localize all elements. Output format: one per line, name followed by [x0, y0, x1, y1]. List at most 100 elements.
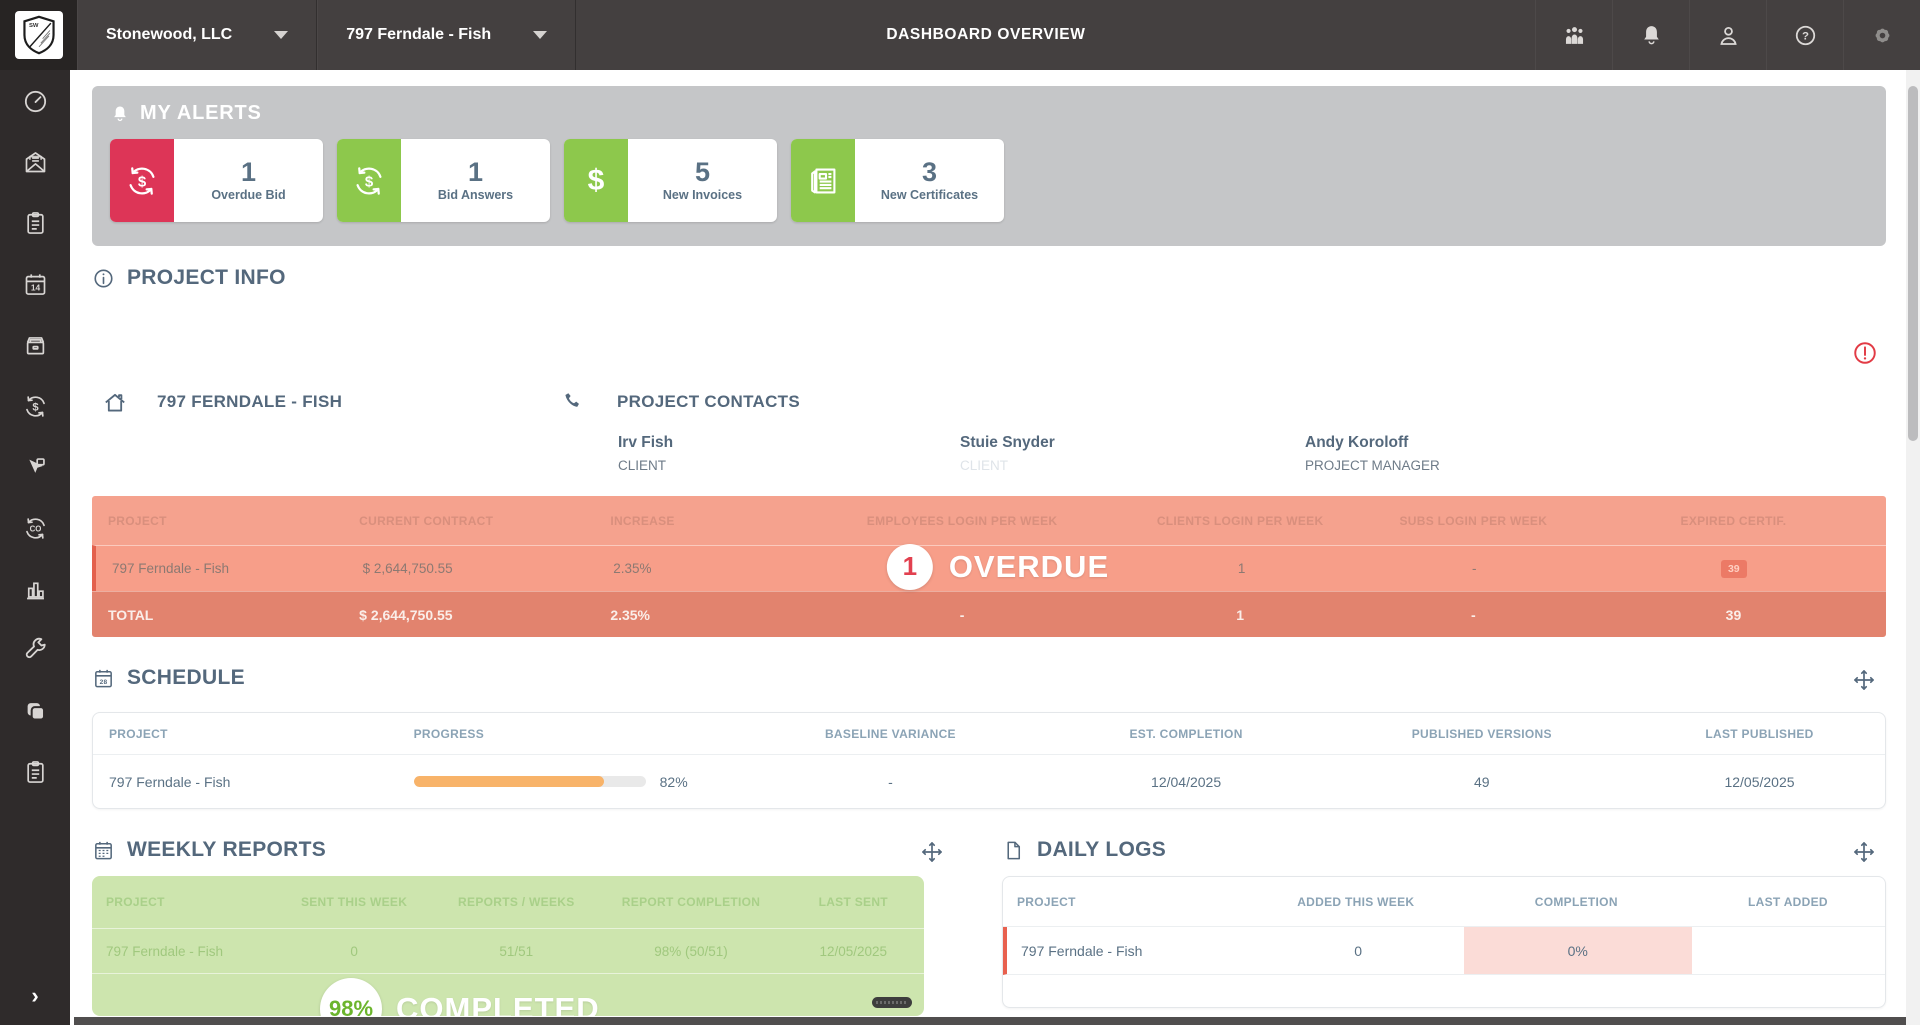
total-label: TOTAL: [92, 607, 343, 623]
help-icon[interactable]: ?: [1766, 0, 1843, 70]
contact-name: Andy Koroloff: [1305, 434, 1440, 452]
completed-label: COMPLETED: [396, 991, 600, 1016]
daily-logs-title: DAILY LOGS: [1037, 838, 1166, 862]
col-header: LAST ADDED: [1691, 877, 1885, 926]
daily-logs-move-handle[interactable]: [1852, 840, 1878, 866]
project-alert-icon[interactable]: [1852, 340, 1878, 366]
overdue-count-badge: 1: [887, 544, 933, 590]
company-logo-shield: SW: [15, 11, 63, 59]
sidebar-item-leads-mail-icon[interactable]: [13, 145, 57, 179]
col-header: PROJECT: [93, 727, 398, 741]
col-header: EST. COMPLETION: [1043, 727, 1330, 741]
daily-logs-row[interactable]: 797 Ferndale - Fish 0 0%: [1003, 927, 1885, 975]
alerts-bell-icon: [110, 104, 130, 124]
col-header: PROJECT: [92, 895, 275, 909]
scrollbar-thumb[interactable]: [1908, 86, 1918, 441]
team-icon[interactable]: [1535, 0, 1612, 70]
company-selector[interactable]: Stonewood, LLC: [77, 0, 317, 70]
sidebar-item-tools-wrench-icon[interactable]: [13, 633, 57, 667]
schedule-header: 28 SCHEDULE: [92, 666, 245, 690]
col-header: EXPIRED CERTIF.: [1581, 514, 1886, 528]
col-header: CLIENTS LOGIN PER WEEK: [1115, 514, 1366, 528]
total-expired-certif: 39: [1581, 607, 1886, 623]
weekly-reports-move-handle[interactable]: [920, 840, 946, 866]
alert-count: 3: [922, 159, 937, 186]
cell-published-versions: 49: [1329, 774, 1634, 790]
sidebar-item-forms-checklist-icon[interactable]: [13, 755, 57, 789]
schedule-title: SCHEDULE: [127, 666, 245, 690]
contact-card[interactable]: Andy Koroloff PROJECT MANAGER: [1305, 434, 1440, 473]
contact-role: CLIENT: [960, 458, 1055, 473]
total-clients-login: 1: [1115, 607, 1366, 623]
alert-card-overdue-bid[interactable]: $ 1 Overdue Bid: [110, 139, 323, 222]
app-logo[interactable]: SW: [0, 0, 77, 70]
cell-report-completion: 98% (50/51): [600, 944, 783, 959]
cell-subs-login: -: [1367, 561, 1582, 576]
col-header: BASELINE VARIANCE: [738, 727, 1043, 741]
contact-card[interactable]: Irv Fish CLIENT: [618, 434, 673, 473]
project-selector[interactable]: 797 Ferndale - Fish: [317, 0, 576, 70]
completed-pct-badge: 98%: [320, 978, 382, 1016]
sidebar-item-dashboard-gauge-icon[interactable]: [13, 84, 57, 118]
chevron-down-icon: [533, 31, 547, 39]
cell-project: 797 Ferndale - Fish: [96, 561, 347, 576]
project-contacts-title: PROJECT CONTACTS: [617, 392, 800, 412]
notifications-bell-icon[interactable]: [1612, 0, 1689, 70]
cell-project: 797 Ferndale - Fish: [93, 774, 398, 790]
chevron-down-icon: [274, 31, 288, 39]
schedule-row[interactable]: 797 Ferndale - Fish 82% - 12/04/2025 49 …: [93, 755, 1885, 808]
sidebar-item-reports-bar-chart-icon[interactable]: [13, 572, 57, 606]
cell-last-sent: 12/05/2025: [783, 944, 924, 959]
alert-count: 1: [468, 159, 483, 186]
col-header: LAST SENT: [783, 895, 924, 909]
sidebar-item-tasks-checklist-icon[interactable]: [13, 206, 57, 240]
alert-label: Bid Answers: [438, 188, 513, 202]
vertical-scrollbar[interactable]: [1906, 70, 1920, 1025]
cell-sent-this-week: 0: [275, 944, 433, 959]
dashboard-app: SW Stonewood, LLC 797 Ferndale - Fish DA…: [0, 0, 1920, 1025]
progress-bar-fill: [414, 776, 604, 787]
contact-role: CLIENT: [618, 458, 673, 473]
dollar-icon: $: [564, 139, 628, 222]
settings-gear-icon[interactable]: [1843, 0, 1920, 70]
schedule-table: PROJECT PROGRESS BASELINE VARIANCE EST. …: [92, 712, 1886, 809]
my-alerts-header: MY ALERTS: [110, 102, 1868, 125]
contact-role: PROJECT MANAGER: [1305, 458, 1440, 473]
project-info-title: PROJECT INFO: [127, 266, 286, 290]
cell-completion: 0%: [1464, 927, 1692, 974]
sidebar-item-projects-archive-icon[interactable]: [13, 328, 57, 362]
alert-card-new-certificates[interactable]: 3 New Certificates: [791, 139, 1004, 222]
expired-certif-badge: 39: [1721, 560, 1747, 578]
alert-card-bid-answers[interactable]: $ 1 Bid Answers: [337, 139, 550, 222]
daily-logs-header-row: PROJECT ADDED THIS WEEK COMPLETION LAST …: [1003, 877, 1885, 927]
my-alerts-panel: MY ALERTS $ 1 Overdue Bid: [92, 86, 1886, 246]
total-increase: 2.35%: [594, 607, 809, 623]
shield-logo-icon: SW: [19, 15, 59, 55]
home-icon: [102, 390, 128, 421]
alert-label: Overdue Bid: [211, 188, 285, 202]
alert-card-body: 1 Overdue Bid: [174, 139, 323, 222]
contact-card[interactable]: Stuie Snyder CLIENT: [960, 434, 1055, 473]
sidebar-item-selections-click-icon[interactable]: [13, 450, 57, 484]
schedule-move-handle[interactable]: [1852, 668, 1878, 694]
horizontal-scrollbar-thumb[interactable]: [872, 997, 912, 1008]
sidebar-item-schedule-calendar-icon[interactable]: 14: [13, 267, 57, 301]
progress-bar: [414, 776, 646, 787]
weekly-reports-row[interactable]: 797 Ferndale - Fish 0 51/51 98% (50/51) …: [92, 928, 924, 974]
sidebar-expand-button[interactable]: ›: [16, 979, 54, 1013]
cell-increase: 2.35%: [597, 561, 812, 576]
cell-expired-certif: 39: [1582, 560, 1886, 578]
alert-card-new-invoices[interactable]: $ 5 New Invoices: [564, 139, 777, 222]
sidebar-item-change-orders-co-icon[interactable]: CO: [13, 511, 57, 545]
weekly-reports-table: PROJECT SENT THIS WEEK REPORTS / WEEKS R…: [92, 876, 924, 1016]
sidebar-item-financials-dollar-cycle-icon[interactable]: $: [13, 389, 57, 423]
daily-logs-table: PROJECT ADDED THIS WEEK COMPLETION LAST …: [1002, 876, 1886, 1008]
sidebar-item-templates-copy-icon[interactable]: [13, 694, 57, 728]
daily-logs-header: DAILY LOGS: [1002, 838, 1166, 862]
alert-label: New Certificates: [881, 188, 978, 202]
cell-project: 797 Ferndale - Fish: [1007, 927, 1253, 974]
schedule-calendar-icon: 28: [92, 667, 115, 690]
col-header: SUBS LOGIN PER WEEK: [1366, 514, 1581, 528]
account-icon[interactable]: [1689, 0, 1766, 70]
cell-est-completion: 12/04/2025: [1043, 774, 1330, 790]
